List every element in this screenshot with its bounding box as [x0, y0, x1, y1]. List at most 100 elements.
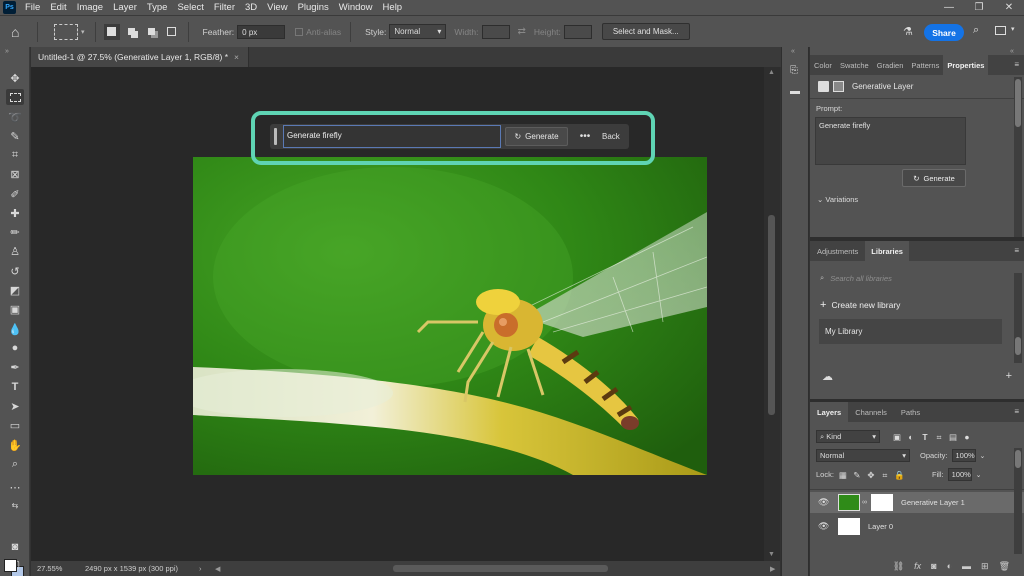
menu-filter[interactable]: Filter [209, 2, 240, 13]
swap-colors-icon[interactable]: ⇆ [6, 497, 24, 513]
marquee-tool-icon[interactable] [6, 89, 24, 105]
cloud-icon[interactable]: ☁ [822, 370, 833, 383]
create-library-button[interactable]: + Create new library [810, 285, 1024, 311]
minimize-icon[interactable]: — [934, 0, 964, 15]
menu-window[interactable]: Window [334, 2, 378, 13]
shape-filter-icon[interactable]: ⌗ [934, 432, 944, 442]
panel-menu-icon[interactable]: ≡ [1014, 407, 1019, 416]
menu-help[interactable]: Help [378, 2, 408, 13]
menu-layer[interactable]: Layer [108, 2, 142, 13]
quick-selection-tool-icon[interactable]: ✎ [6, 128, 24, 144]
chevron-down-icon[interactable]: ▾ [1011, 25, 1015, 33]
scroll-left-icon[interactable]: ◀ [215, 565, 220, 573]
healing-brush-tool-icon[interactable]: ✚ [6, 205, 24, 221]
feather-input[interactable]: 0 px [237, 24, 286, 39]
crop-tool-icon[interactable]: ⌗ [6, 147, 24, 163]
tab-gradients[interactable]: Gradien [873, 55, 908, 75]
restore-icon[interactable]: ❐ [964, 0, 994, 15]
marquee-preset-icon[interactable] [54, 23, 78, 40]
layer-row-layer0[interactable]: 👁 Layer 0 [810, 516, 1024, 537]
new-layer-icon[interactable]: ⊞ [981, 561, 989, 572]
panel-menu-icon[interactable]: ≡ [1014, 60, 1019, 69]
opacity-input[interactable]: 100% [951, 449, 976, 462]
smart-object-filter-icon[interactable]: ▤ [948, 432, 958, 442]
drag-handle[interactable] [274, 128, 277, 145]
search-icon[interactable]: ⌕ [973, 24, 979, 37]
blend-mode-select[interactable]: Normal ▾ [816, 449, 910, 462]
path-selection-tool-icon[interactable]: ➤ [6, 398, 24, 414]
width-input[interactable] [481, 24, 510, 39]
menu-edit[interactable]: Edit [45, 2, 71, 13]
adjustment-layer-icon[interactable]: ◐ [947, 561, 952, 571]
tab-paths[interactable]: Paths [894, 402, 927, 422]
properties-generate-button[interactable]: ↻ Generate [902, 169, 966, 187]
trash-icon[interactable]: 🗑 [999, 561, 1010, 572]
collapse-icon[interactable]: « [1010, 48, 1014, 55]
pen-tool-icon[interactable]: ✒ [6, 359, 24, 375]
canvas-image[interactable] [193, 157, 707, 475]
link-icon[interactable]: ∞ [862, 499, 867, 506]
history-brush-tool-icon[interactable]: ↺ [6, 263, 24, 279]
tab-swatches[interactable]: Swatche [836, 55, 873, 75]
adjustment-filter-icon[interactable]: ◐ [906, 432, 916, 442]
link-layers-icon[interactable]: ⛓ [893, 561, 904, 572]
layer-row-generative[interactable]: 👁 ∞ Generative Layer 1 [810, 492, 1024, 513]
horizontal-scrollbar[interactable] [271, 565, 791, 572]
menu-type[interactable]: Type [142, 2, 173, 13]
share-button[interactable]: Share [924, 24, 964, 41]
chevron-down-icon[interactable]: ▾ [81, 28, 85, 36]
style-select[interactable]: Normal ▾ [389, 24, 447, 39]
dodge-tool-icon[interactable]: ● [6, 340, 24, 356]
chevron-down-icon[interactable]: ⌄ [980, 452, 986, 460]
antialias-checkbox[interactable] [295, 27, 304, 36]
frame-tool-icon[interactable]: ⊠ [6, 166, 24, 182]
add-selection-icon[interactable] [124, 24, 140, 40]
blur-tool-icon[interactable]: 💧 [6, 321, 24, 337]
eraser-tool-icon[interactable]: ◩ [6, 282, 24, 298]
lock-all-icon[interactable]: 🔒 [894, 470, 905, 480]
libraries-scrollbar[interactable] [1014, 273, 1022, 363]
filter-toggle-icon[interactable]: ● [962, 432, 972, 442]
scrollbar-thumb[interactable] [1015, 79, 1021, 127]
scrollbar-thumb[interactable] [393, 565, 608, 572]
menu-view[interactable]: View [262, 2, 292, 13]
lock-pixels-icon[interactable]: ✎ [852, 470, 862, 480]
close-icon[interactable]: ✕ [994, 0, 1024, 15]
tab-properties[interactable]: Properties [943, 55, 989, 75]
generate-button[interactable]: ↻ Generate [505, 127, 568, 146]
move-tool-icon[interactable]: ✥ [6, 70, 24, 86]
close-icon[interactable]: × [234, 52, 239, 62]
properties-scrollbar[interactable] [1014, 77, 1022, 237]
foreground-color-swatch[interactable] [4, 559, 17, 572]
menu-select[interactable]: Select [172, 2, 208, 13]
zoom-level[interactable]: 27.55% [31, 564, 71, 573]
tab-color[interactable]: Color [810, 55, 836, 75]
vertical-scrollbar[interactable]: ▲ ▼ [764, 67, 780, 561]
layer-filter-select[interactable]: ⌕ Kind ▾ [816, 430, 880, 443]
scrollbar-thumb[interactable] [1015, 337, 1021, 355]
more-tools-icon[interactable]: ⋯ [6, 479, 24, 495]
type-filter-icon[interactable]: T [920, 432, 930, 442]
panel-menu-icon[interactable]: ≡ [1014, 246, 1019, 255]
gradient-tool-icon[interactable]: ▣ [6, 301, 24, 317]
prompt-textarea[interactable]: Generate firefly [815, 117, 966, 165]
tab-libraries[interactable]: Libraries [865, 241, 909, 261]
menu-image[interactable]: Image [72, 2, 108, 13]
rectangle-tool-icon[interactable]: ▭ [6, 417, 24, 433]
scroll-up-icon[interactable]: ▲ [768, 69, 775, 76]
clone-stamp-tool-icon[interactable]: ♙ [6, 243, 24, 259]
add-mask-icon[interactable]: ◙ [931, 561, 936, 571]
brush-tool-icon[interactable]: ✏ [6, 224, 24, 240]
lasso-tool-icon[interactable]: ➰ [6, 109, 24, 125]
library-search[interactable]: ⌕ Search all libraries [816, 271, 1018, 285]
tab-channels[interactable]: Channels [848, 402, 894, 422]
lock-artboard-icon[interactable]: ⌗ [880, 470, 890, 480]
menu-file[interactable]: File [20, 2, 45, 13]
type-tool-icon[interactable]: T [6, 379, 24, 395]
group-folder-icon[interactable]: ▬ [962, 561, 971, 571]
height-input[interactable] [563, 24, 592, 39]
swap-icon[interactable]: ⇄ [518, 26, 526, 37]
chevron-right-icon[interactable]: › [199, 564, 202, 573]
quick-mask-icon[interactable]: ◙ [6, 539, 24, 555]
scroll-down-icon[interactable]: ▼ [768, 551, 775, 558]
